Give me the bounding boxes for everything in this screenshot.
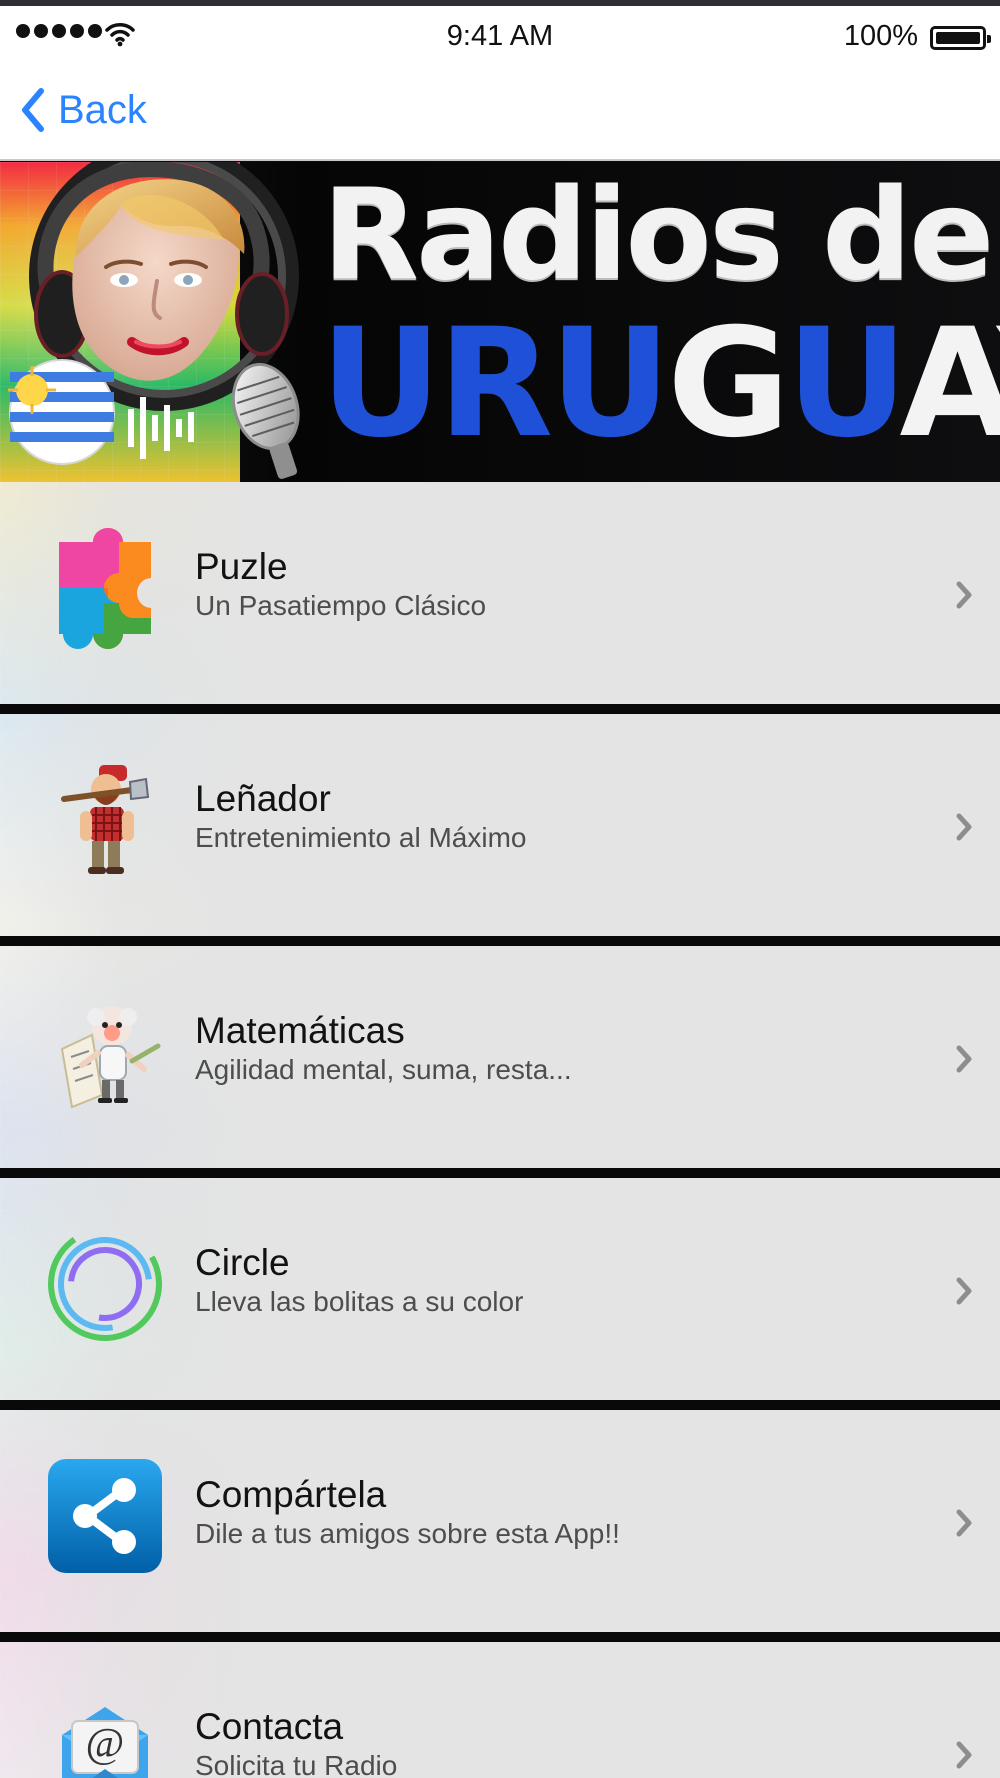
menu-divider (0, 704, 1000, 714)
menu-item-title: Circle (195, 1242, 290, 1283)
banner-title-part-2: U (549, 297, 671, 471)
circle-icon (44, 1223, 166, 1345)
menu-item-title: Puzle (195, 546, 288, 587)
menu-item-circle[interactable]: Circle Lleva las bolitas a su color (0, 1178, 1000, 1400)
menu-item-compartela[interactable]: Compártela Dile a tus amigos sobre esta … (0, 1410, 1000, 1632)
banner-title-part-4: U (786, 297, 903, 471)
chevron-right-icon (956, 581, 972, 609)
chevron-right-icon (956, 1045, 972, 1073)
menu-item-matematicas[interactable]: Matemáticas Agilidad mental, suma, resta… (0, 946, 1000, 1168)
battery-icon (930, 26, 991, 50)
navigation-bar: Back (0, 64, 1000, 161)
svg-text:@: @ (86, 1721, 125, 1767)
back-button-label: Back (58, 87, 147, 132)
menu-item-title: Matemáticas (195, 1010, 405, 1051)
chevron-right-icon (956, 813, 972, 841)
app-screen: 9:41 AM 100% Back Radios de URUGUA Puzle… (0, 0, 1000, 1778)
status-bar: 9:41 AM 100% (0, 6, 1000, 64)
menu-item-subtitle: Agilidad mental, suma, resta... (195, 1054, 572, 1085)
menu-item-title: Compártela (195, 1474, 387, 1515)
menu-item-subtitle: Solicita tu Radio (195, 1750, 398, 1778)
banner-title-part-1: UR (320, 297, 553, 471)
math-icon (44, 991, 166, 1113)
mail-icon: @ (44, 1687, 166, 1778)
banner-title-part-5: AY (899, 297, 1000, 471)
menu-item-subtitle: Lleva las bolitas a su color (195, 1286, 524, 1317)
banner-title-line-1: Radios de (322, 162, 995, 308)
menu-item-subtitle: Dile a tus amigos sobre esta App!! (195, 1518, 620, 1549)
radio-host-illustration (8, 162, 300, 479)
chevron-right-icon (956, 1277, 972, 1305)
chevron-right-icon (956, 1509, 972, 1537)
share-icon (44, 1455, 166, 1577)
puzzle-icon (44, 527, 166, 649)
banner-title-part-3: G (667, 297, 790, 471)
menu-item-subtitle: Entretenimiento al Máximo (195, 822, 527, 853)
chevron-right-icon (956, 1741, 972, 1769)
menu-item-title: Contacta (195, 1706, 344, 1747)
battery-percentage: 100% (843, 20, 918, 52)
menu-item-lenador[interactable]: Leñador Entretenimiento al Máximo (0, 714, 1000, 936)
menu-divider (0, 1168, 1000, 1178)
menu-list: Puzle Un Pasatiempo Clásico Leñador Entr… (0, 482, 1000, 1778)
lumberjack-icon (44, 759, 166, 881)
menu-item-contacta[interactable]: @ Contacta Solicita tu Radio (0, 1642, 1000, 1778)
menu-divider (0, 1400, 1000, 1410)
menu-item-subtitle: Un Pasatiempo Clásico (195, 590, 487, 621)
menu-item-puzle[interactable]: Puzle Un Pasatiempo Clásico (0, 482, 1000, 704)
chevron-left-icon (22, 88, 44, 132)
banner-title-line-2: URUGUAY (320, 309, 1000, 459)
menu-item-title: Leñador (195, 778, 331, 819)
back-button[interactable]: Back (16, 82, 147, 138)
menu-divider (0, 936, 1000, 946)
hero-banner: Radios de URUGUAY (0, 162, 1000, 482)
menu-divider (0, 1632, 1000, 1642)
